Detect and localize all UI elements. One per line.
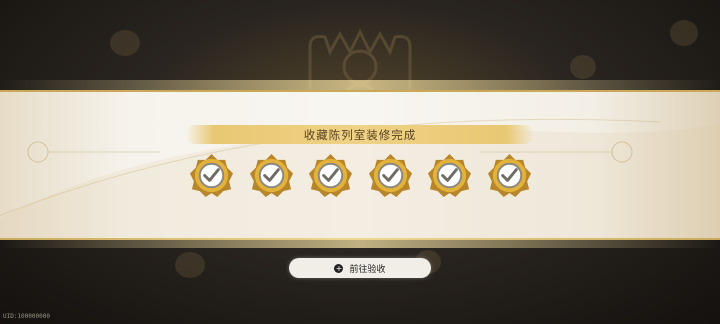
bg-ornament [670,20,698,46]
banner-glow-bottom [0,238,720,248]
bg-ornament [110,30,140,56]
uid-label: UID:100000000 [3,313,50,320]
completion-badge [307,152,354,199]
go-inspect-label: 前往验收 [349,264,386,275]
completion-badge [248,152,295,199]
check-badge-icon [309,153,353,198]
completion-badge [486,152,533,199]
banner-title: 收藏陈列室装修完成 [303,127,417,142]
completion-badge [426,152,473,199]
check-badge-icon [368,153,412,198]
check-badge-icon [428,153,472,198]
bg-ornament [570,55,596,79]
banner-title-bar: 收藏陈列室装修完成 [186,125,534,144]
plus-circle-icon: + [334,263,344,273]
check-badge-icon [249,153,293,198]
completion-badge [367,152,414,199]
badge-row [188,152,533,200]
go-inspect-button[interactable]: + 前往验收 [289,258,431,278]
bg-ornament [175,252,205,278]
check-badge-icon [189,153,234,198]
banner-glow-top [0,80,720,90]
completion-badge [188,152,235,199]
check-badge-icon [487,153,532,198]
